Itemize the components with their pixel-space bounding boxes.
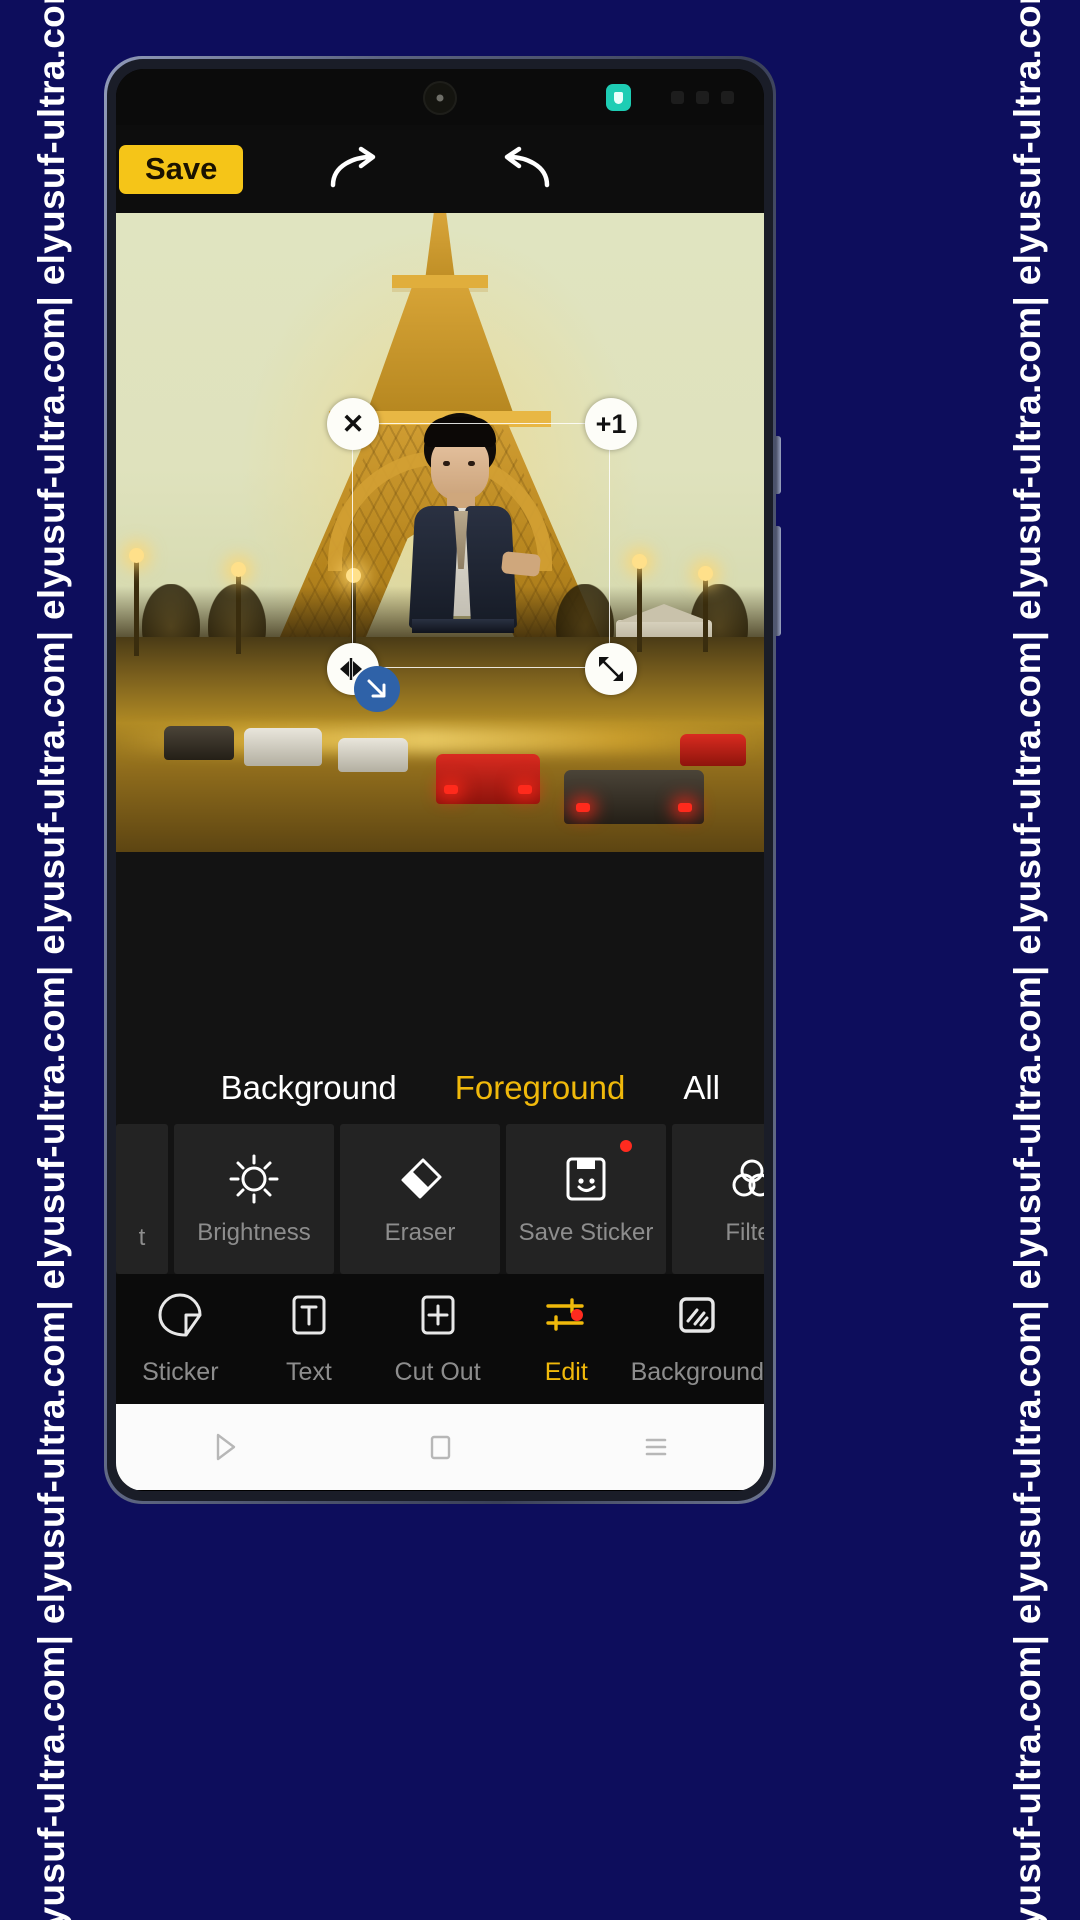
tool-brightness[interactable]: Brightness [174, 1124, 334, 1274]
front-camera-punchhole-icon [423, 81, 457, 115]
rotate-layer-handle[interactable] [354, 666, 400, 712]
photo-car [338, 738, 408, 772]
tool-eraser[interactable]: Eraser [340, 1124, 500, 1274]
duplicate-icon: +1 [595, 408, 627, 439]
redo-arrow-icon[interactable] [325, 145, 381, 193]
nav-item-edit[interactable]: Edit [502, 1291, 631, 1387]
street-lamp [632, 554, 647, 652]
save-button[interactable]: Save [119, 144, 244, 194]
back-triangle-icon [216, 1433, 236, 1461]
filter-circles-icon [725, 1151, 764, 1207]
watermark-strip-right: elyusuf-ultra.com| elyusuf-ultra.com| el… [976, 0, 1080, 1920]
cut-out-plus-icon [414, 1291, 462, 1344]
text-box-icon [285, 1291, 333, 1344]
photo-car [564, 770, 704, 824]
android-navigation-bar [116, 1404, 764, 1490]
tab-foreground[interactable]: Foreground [455, 1069, 626, 1107]
close-icon: ✕ [341, 408, 365, 439]
watermark-text: elyusuf-ultra.com| elyusuf-ultra.com| el… [1007, 0, 1048, 1920]
watermark-strip-left: elyusuf-ultra.com| elyusuf-ultra.com| el… [0, 0, 104, 1920]
recents-button[interactable] [548, 1428, 764, 1466]
nav-label: Edit [544, 1358, 588, 1386]
status-badge [570, 1309, 583, 1321]
selection-bounding-box[interactable]: ✕ +1 [327, 398, 637, 712]
status-icons [671, 91, 734, 104]
eraser-icon [393, 1151, 447, 1207]
watermark-text: elyusuf-ultra.com| elyusuf-ultra.com| el… [31, 0, 72, 1920]
panel-empty-space [116, 852, 764, 1052]
tool-partial-left[interactable]: t [116, 1124, 168, 1274]
rotate-arrow-icon [367, 679, 386, 698]
editor-toolbar: Save [116, 125, 764, 213]
recents-lines-icon [645, 1438, 667, 1456]
street-lamp [129, 548, 144, 656]
brightness-sun-icon [227, 1151, 281, 1207]
phone-volume-button[interactable] [776, 436, 781, 494]
resize-layer-handle[interactable] [585, 643, 637, 695]
resize-diagonal-icon [599, 657, 623, 681]
edit-sliders-icon [542, 1291, 590, 1344]
photo-car [164, 726, 234, 760]
home-button[interactable] [332, 1428, 548, 1466]
nav-item-background[interactable]: Background [631, 1291, 764, 1387]
nav-item-text[interactable]: Text [245, 1291, 374, 1387]
tool-save-sticker[interactable]: Save Sticker [506, 1124, 666, 1274]
background-square-icon [673, 1291, 721, 1344]
tab-all[interactable]: All [683, 1069, 720, 1107]
street-lamp [698, 566, 713, 652]
phone-frame: Save ✕ +1 Background Foreground All t Br… [104, 56, 781, 1504]
nav-label: Text [286, 1358, 332, 1386]
layer-scope-tabs: Background Foreground All [116, 1052, 764, 1124]
status-bar [116, 69, 764, 125]
editor-bottom-nav: Sticker Text Cut Out Edit Background [116, 1274, 764, 1404]
status-badge [620, 1140, 632, 1152]
duplicate-layer-handle[interactable]: +1 [585, 398, 637, 450]
shield-icon [606, 84, 631, 111]
street-lamp [231, 562, 246, 654]
photo-car [680, 734, 746, 766]
editor-panel: Background Foreground All t Brightness E… [116, 852, 764, 1490]
tool-label: Eraser [384, 1219, 456, 1246]
phone-screen: Save ✕ +1 Background Foreground All t Br… [116, 69, 764, 1491]
nav-item-sticker[interactable]: Sticker [116, 1291, 245, 1387]
back-button[interactable] [116, 1428, 332, 1466]
sticker-icon [156, 1291, 204, 1344]
tool-label: Brightness [197, 1219, 311, 1246]
nav-label: Sticker [142, 1358, 219, 1386]
nav-item-cut-out[interactable]: Cut Out [373, 1291, 502, 1387]
tool-filter[interactable]: Filter [672, 1124, 764, 1274]
tool-label: Filter [725, 1219, 764, 1246]
save-sticker-icon [559, 1151, 613, 1207]
delete-layer-handle[interactable]: ✕ [327, 398, 379, 450]
nav-label: Cut Out [394, 1358, 481, 1386]
tool-strip[interactable]: t Brightness Eraser Save Sticker Filte [116, 1124, 764, 1274]
undo-arrow-icon[interactable] [499, 145, 555, 193]
phone-power-button[interactable] [776, 526, 781, 636]
photo-car [436, 754, 540, 804]
tool-label: t [138, 1224, 146, 1251]
home-square-icon [430, 1435, 451, 1460]
tab-background[interactable]: Background [221, 1069, 397, 1107]
photo-canvas[interactable]: ✕ +1 [116, 213, 764, 852]
tool-label: Save Sticker [518, 1219, 654, 1246]
nav-label: Background [630, 1358, 764, 1386]
photo-car [244, 728, 322, 766]
